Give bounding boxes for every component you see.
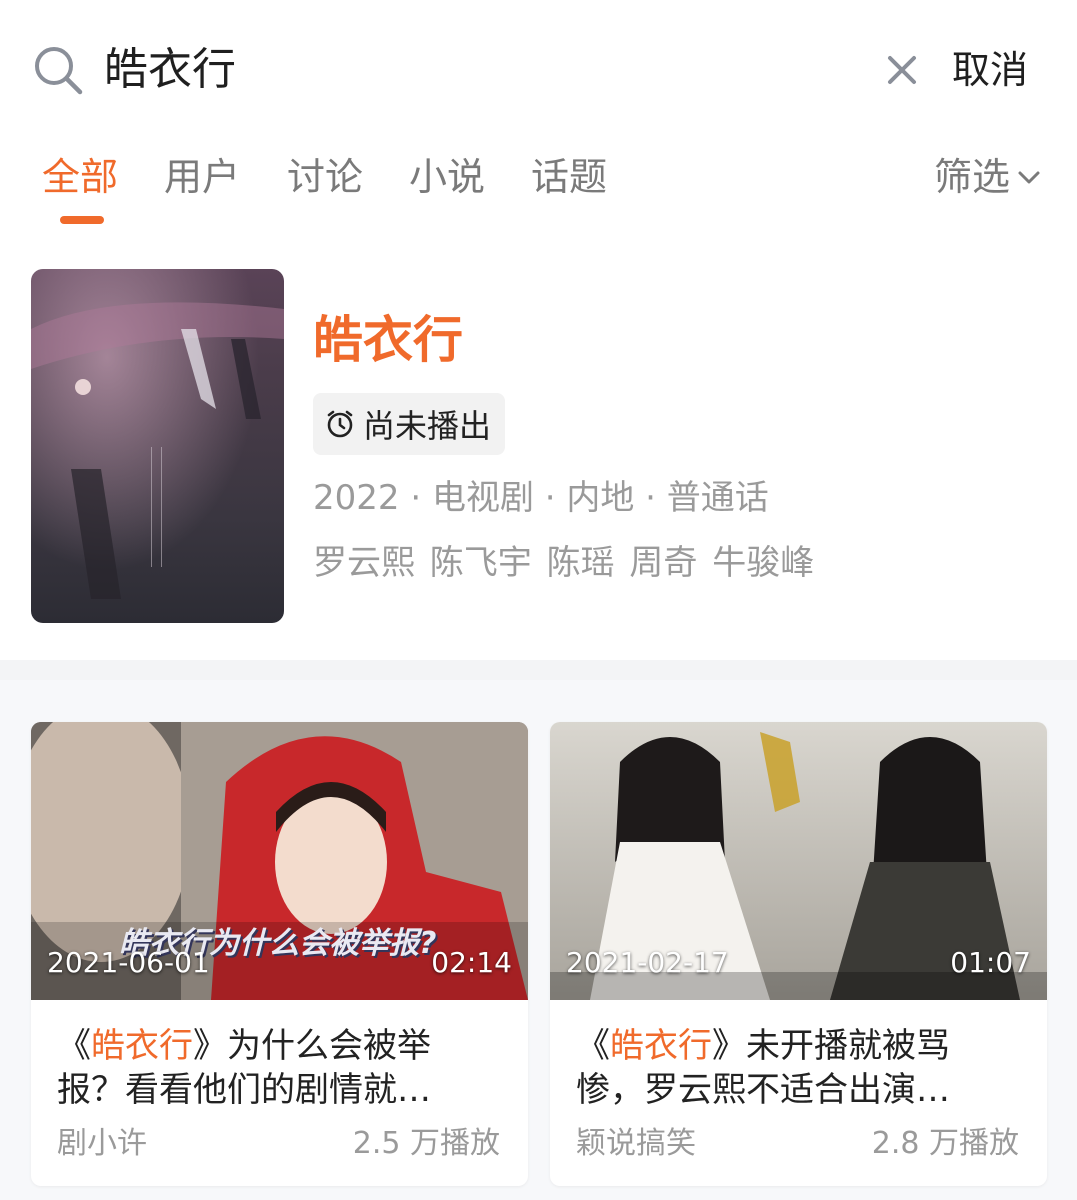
search-icon[interactable] <box>32 44 84 96</box>
show-meta: 2022 · 电视剧 · 内地 · 普通话 <box>313 478 769 518</box>
video-card[interactable]: 2021-02-17 01:07 《皓衣行》未开播就被骂 惨，罗云熙不适合出演…… <box>550 722 1047 1186</box>
video-duration: 01:07 <box>950 946 1031 979</box>
search-input[interactable]: 皓衣行 <box>104 42 236 98</box>
video-views: 2.8 万播放 <box>871 1126 1019 1161</box>
tab-discussions[interactable]: 讨论 <box>287 152 363 202</box>
cancel-button[interactable]: 取消 <box>952 44 1028 96</box>
video-date: 2021-06-01 <box>47 946 210 979</box>
tab-all[interactable]: 全部 <box>42 152 118 202</box>
show-title[interactable]: 皓衣行 <box>313 308 463 372</box>
section-divider <box>0 660 1077 680</box>
video-thumbnail[interactable]: 2021-02-17 01:07 <box>550 722 1047 1000</box>
video-grid: 皓衣行为什么会被举报? 2021-06-01 02:14 《皓衣行》为什么会被举… <box>0 680 1077 1200</box>
alarm-clock-icon <box>327 410 353 438</box>
search-bar: 皓衣行 取消 <box>0 0 1077 140</box>
title-prefix: 《 <box>576 1026 610 1066</box>
title-prefix: 《 <box>57 1026 91 1066</box>
chevron-down-icon <box>1018 171 1040 184</box>
tab-topics[interactable]: 话题 <box>531 152 607 202</box>
tab-users[interactable]: 用户 <box>164 152 240 202</box>
video-duration: 02:14 <box>431 946 512 979</box>
close-icon[interactable] <box>884 52 920 88</box>
show-result-card[interactable]: 皓衣行 尚未播出 2022 · 电视剧 · 内地 · 普通话 罗云熙 陈飞宇 陈… <box>0 250 1077 650</box>
video-thumbnail[interactable]: 皓衣行为什么会被举报? 2021-06-01 02:14 <box>31 722 528 1000</box>
title-rest: 》未开播就被骂 <box>712 1026 950 1066</box>
video-author[interactable]: 剧小许 <box>57 1118 147 1162</box>
search-tabs: 全部 用户 讨论 小说 话题 筛选 <box>0 140 1077 240</box>
filter-button[interactable]: 筛选 <box>934 152 1042 202</box>
active-tab-indicator <box>60 216 104 224</box>
title-line2: 惨，罗云熙不适合出演… <box>576 1070 950 1110</box>
show-cast: 罗云熙 陈飞宇 陈瑶 周奇 牛骏峰 <box>313 543 815 583</box>
title-highlight: 皓衣行 <box>610 1026 712 1066</box>
tab-novels[interactable]: 小说 <box>409 152 485 202</box>
title-rest: 》为什么会被举 <box>193 1026 431 1066</box>
video-title[interactable]: 《皓衣行》未开播就被骂 惨，罗云熙不适合出演… <box>576 1024 1026 1112</box>
title-line2: 报？看看他们的剧情就… <box>57 1070 431 1110</box>
video-title[interactable]: 《皓衣行》为什么会被举 报？看看他们的剧情就… <box>57 1024 507 1112</box>
video-views: 2.5 万播放 <box>352 1126 500 1161</box>
video-author[interactable]: 颖说搞笑 <box>576 1118 696 1162</box>
status-badge: 尚未播出 <box>313 393 506 455</box>
show-poster[interactable] <box>31 269 284 623</box>
status-text: 尚未播出 <box>363 407 492 445</box>
video-card[interactable]: 皓衣行为什么会被举报? 2021-06-01 02:14 《皓衣行》为什么会被举… <box>31 722 528 1186</box>
video-date: 2021-02-17 <box>566 946 729 979</box>
filter-label: 筛选 <box>934 155 1011 199</box>
title-highlight: 皓衣行 <box>91 1026 193 1066</box>
